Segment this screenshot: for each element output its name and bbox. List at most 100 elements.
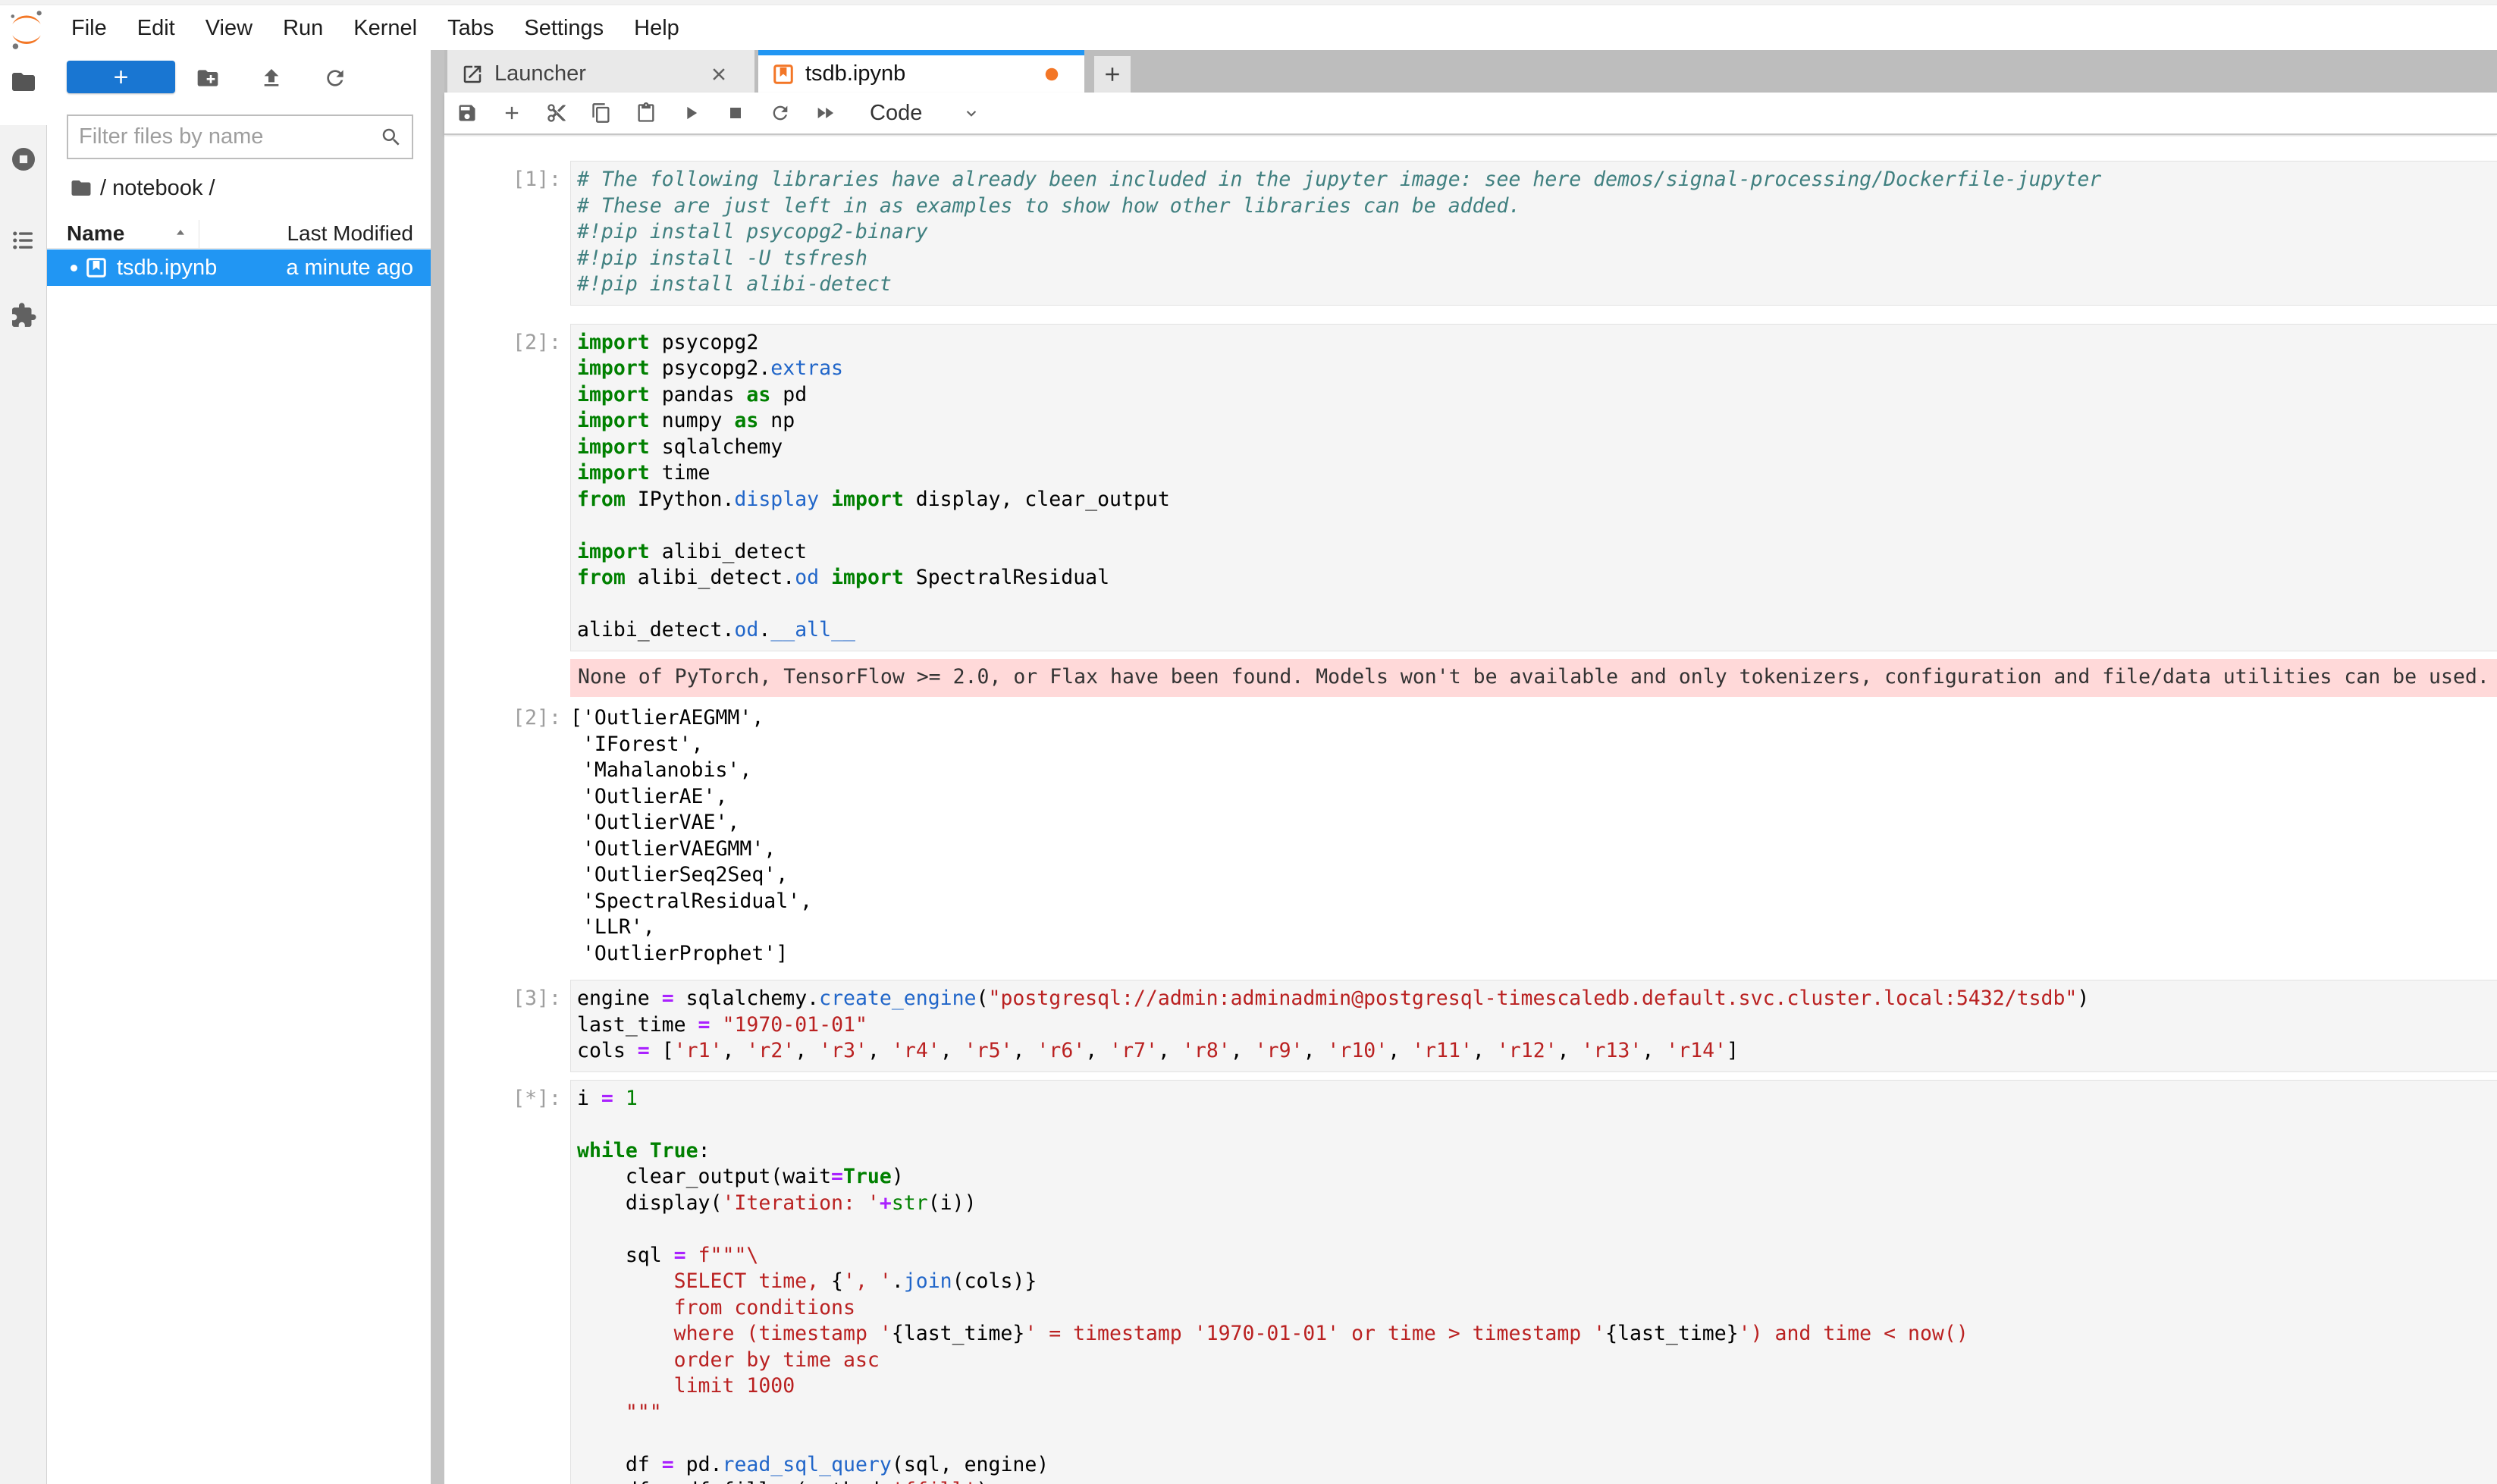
plus-icon [501, 102, 522, 124]
code-line: sql = f"""\ [577, 1244, 2497, 1270]
extension-icon [10, 302, 37, 329]
paste-icon [635, 102, 657, 124]
copy-cells-button[interactable] [591, 102, 612, 124]
sidebar-running-sessions[interactable] [0, 138, 47, 180]
code-line: display('Iteration: '+str(i)) [577, 1191, 2497, 1218]
file-row[interactable]: tsdb.ipynba minute ago [47, 249, 431, 286]
save-button[interactable] [456, 102, 478, 124]
output-line: 'OutlierAE', [570, 785, 2497, 811]
code-cell: [2]:import psycopg2import psycopg2.extra… [444, 324, 2497, 651]
running-dot [71, 265, 77, 271]
unsaved-changes-dot[interactable] [1043, 66, 1060, 83]
code-line: while True: [577, 1139, 2497, 1166]
file-list-header: Name Last Modified [47, 218, 431, 249]
cut-icon [546, 102, 567, 124]
code-line [577, 1112, 2497, 1139]
code-line: from conditions [577, 1296, 2497, 1322]
code-line: """ [577, 1401, 2497, 1427]
column-header-last-modified[interactable]: Last Modified [287, 221, 413, 246]
menu-edit[interactable]: Edit [122, 6, 190, 50]
warning-text: None of PyTorch, TensorFlow >= 2.0, or F… [578, 665, 2497, 692]
activity-bar [0, 50, 47, 1484]
menu-kernel[interactable]: Kernel [338, 6, 432, 50]
cell-output: ['OutlierAEGMM', 'IForest', 'Mahalanobis… [570, 706, 2497, 968]
code-editor[interactable]: import psycopg2import psycopg2.extrasimp… [570, 324, 2497, 651]
menu-view[interactable]: View [190, 6, 268, 50]
code-line: engine = sqlalchemy.create_engine("postg… [577, 987, 2497, 1013]
new-folder-icon [196, 66, 220, 90]
output-cell: [2]:['OutlierAEGMM', 'IForest', 'Mahalan… [444, 706, 2497, 968]
column-header-name[interactable]: Name [67, 221, 124, 246]
cell-prompt: [2]: [444, 324, 570, 651]
code-line: SELECT time, {', '.join(cols)} [577, 1269, 2497, 1296]
code-editor[interactable]: # The following libraries have already b… [570, 161, 2497, 306]
menu-tabs[interactable]: Tabs [432, 6, 509, 50]
menu-bar: FileEditViewRunKernelTabsSettingsHelp [0, 6, 2497, 50]
close-icon[interactable] [707, 63, 730, 86]
menu-settings[interactable]: Settings [509, 6, 619, 50]
code-line: import numpy as np [577, 409, 2497, 435]
output-line: 'IForest', [570, 733, 2497, 759]
breadcrumb[interactable]: / notebook / [70, 174, 215, 202]
refresh-file-list-button[interactable] [323, 66, 347, 90]
output-line: 'LLR', [570, 915, 2497, 942]
restart-kernel-button[interactable] [770, 102, 791, 124]
restart-icon [770, 102, 791, 124]
plus-icon [1101, 63, 1124, 86]
cell-type-dropdown[interactable]: Code [870, 101, 981, 126]
cut-cells-button[interactable] [546, 102, 567, 124]
code-line [577, 592, 2497, 619]
filter-files-box [67, 115, 413, 159]
menu-run[interactable]: Run [268, 6, 338, 50]
new-launcher-button[interactable]: + [67, 61, 175, 93]
filter-files-input[interactable] [68, 124, 380, 149]
output-line: 'OutlierVAEGMM', [570, 837, 2497, 864]
menu-file[interactable]: File [56, 6, 122, 50]
file-last-modified: a minute ago [286, 256, 413, 281]
sidebar-file-browser[interactable] [0, 61, 47, 103]
output-line: 'OutlierSeq2Seq', [570, 863, 2497, 889]
run-cell-button[interactable] [680, 102, 701, 124]
upload-files-button[interactable] [259, 66, 284, 90]
cell-type-label: Code [870, 101, 922, 126]
code-line: df = pd.read_sql_query(sql, engine) [577, 1453, 2497, 1479]
output-line: 'Mahalanobis', [570, 758, 2497, 785]
code-line: i = 1 [577, 1087, 2497, 1113]
file-list: tsdb.ipynba minute ago [47, 249, 431, 286]
panel-split-handle[interactable] [431, 50, 444, 1484]
code-line: import alibi_detect [577, 540, 2497, 566]
code-line: #!pip install -U tsfresh [577, 246, 2497, 273]
cell-prompt [444, 659, 570, 698]
interrupt-kernel-button[interactable] [725, 102, 746, 124]
code-line: last_time = "1970-01-01" [577, 1013, 2497, 1040]
code-line: #!pip install alibi-detect [577, 272, 2497, 299]
code-cell: [1]:# The following libraries have alrea… [444, 161, 2497, 306]
output-line: 'OutlierProphet'] [570, 942, 2497, 968]
sidebar-extension-manager[interactable] [0, 294, 47, 337]
breadcrumb-path[interactable]: / notebook / [100, 176, 215, 201]
tab-tsdb-ipynb[interactable]: tsdb.ipynb [758, 50, 1084, 93]
save-icon [456, 102, 478, 124]
menu-help[interactable]: Help [619, 6, 695, 50]
new-folder-button[interactable] [196, 66, 220, 90]
notebook-toolbar: Code [444, 93, 2497, 135]
add-cell-button[interactable] [501, 102, 522, 124]
tab-launcher[interactable]: Launcher [447, 50, 754, 93]
restart-and-run-all-button[interactable] [814, 102, 836, 124]
tab-label: Launcher [494, 61, 586, 86]
tab-label: tsdb.ipynb [805, 61, 905, 86]
folder-icon [70, 177, 93, 199]
cell-prompt: [3]: [444, 980, 570, 1072]
folder-icon [10, 68, 37, 96]
sidebar-table-of-contents[interactable] [0, 219, 47, 262]
main-menu: FileEditViewRunKernelTabsSettingsHelp [56, 6, 695, 50]
output-line: 'OutlierVAE', [570, 811, 2497, 837]
output-line: 'SpectralResidual', [570, 889, 2497, 916]
launcher-icon [461, 63, 484, 86]
code-editor[interactable]: engine = sqlalchemy.create_engine("postg… [570, 980, 2497, 1072]
paste-cells-button[interactable] [635, 102, 657, 124]
new-tab-button[interactable] [1094, 56, 1131, 93]
code-editor[interactable]: i = 1 while True: clear_output(wait=True… [570, 1080, 2497, 1484]
output-line: ['OutlierAEGMM', [570, 706, 2497, 733]
search-icon [380, 126, 403, 149]
